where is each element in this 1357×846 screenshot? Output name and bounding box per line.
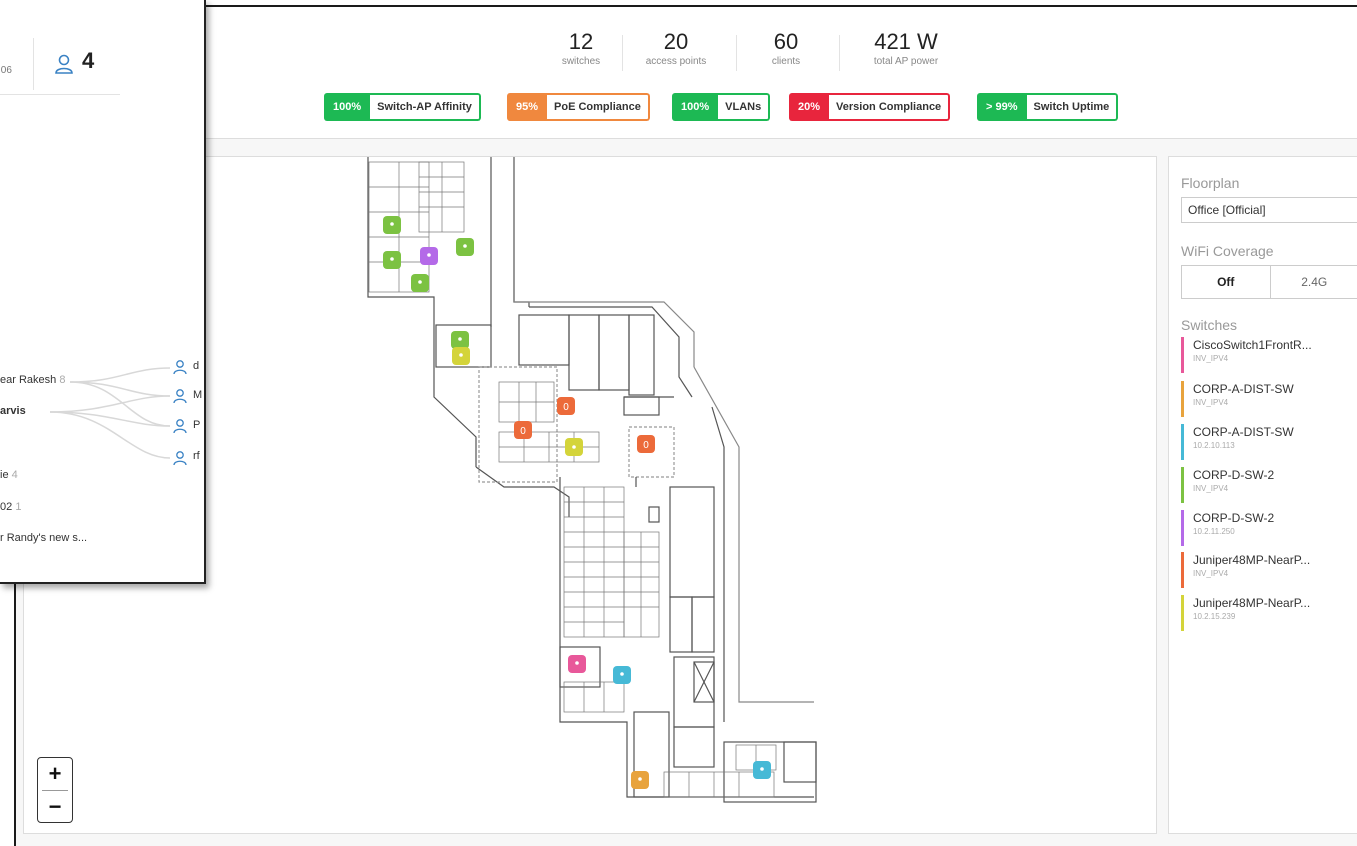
- zoom-in-button[interactable]: +: [38, 758, 72, 790]
- user-name[interactable]: rf: [193, 450, 200, 462]
- floorplan-title: Floorplan: [1181, 175, 1240, 191]
- users-icon: [55, 54, 73, 74]
- users-count: 4: [82, 48, 95, 73]
- badge-switch-uptime[interactable]: > 99% Switch Uptime: [977, 93, 1119, 121]
- stat-switches: 12 switches: [531, 29, 631, 69]
- badge-version-compliance[interactable]: 20% Version Compliance: [789, 93, 951, 121]
- badge-pct: 100%: [672, 93, 719, 121]
- item-text: ear Rakesh: [0, 374, 57, 386]
- popup-list-item[interactable]: ie 4: [0, 469, 18, 481]
- stat-divider: [622, 35, 623, 71]
- badge-label: PoE Compliance: [547, 93, 650, 121]
- stat-value: 12: [568, 29, 594, 54]
- user-name[interactable]: d: [193, 360, 199, 372]
- switch-name: Juniper48MP-NearP...: [1193, 596, 1311, 610]
- overlay-window: :06 4 ear Rakesh 8 arvis ie 4 02 1 r Ran…: [0, 0, 206, 584]
- compliance-badges: 100% Switch-AP Affinity 95% PoE Complian…: [16, 93, 1357, 121]
- badge-label: VLANs: [718, 93, 771, 121]
- stat-label: total AP power: [873, 56, 939, 67]
- stat-label: switches: [561, 56, 601, 67]
- switch-list-item[interactable]: CORP-D-SW-2 INV_IPV4: [1181, 467, 1356, 503]
- user-icon: [173, 360, 187, 375]
- wifi-24g-option[interactable]: 2.4G: [1271, 266, 1357, 298]
- stat-label: access points: [645, 56, 707, 67]
- switch-address: 10.2.10.113: [1193, 441, 1235, 450]
- ap-client-count: 0: [563, 402, 569, 413]
- popup-list-item[interactable]: 02 1: [0, 501, 21, 513]
- popup-divider: [33, 38, 34, 90]
- switch-address: INV_IPV4: [1193, 569, 1229, 578]
- badge-label: Switch-AP Affinity: [370, 93, 481, 121]
- item-text: r Randy's new s...: [0, 532, 88, 544]
- popup-separator: [0, 94, 120, 95]
- item-count: 4: [11, 469, 18, 481]
- switch-list-item[interactable]: CORP-A-DIST-SW 10.2.10.113: [1181, 424, 1356, 460]
- badge-pct: 100%: [324, 93, 371, 121]
- user-name[interactable]: M: [193, 389, 202, 401]
- stat-access-points: 20 access points: [624, 29, 728, 69]
- user-icon: [173, 451, 187, 466]
- stats-row: 12 switches 20 access points 60 clients …: [16, 29, 1357, 79]
- floorplan-select[interactable]: Office [Official]: [1181, 197, 1357, 223]
- stat-value: 20: [663, 29, 689, 54]
- badge-pct: 95%: [507, 93, 548, 121]
- wifi-off-option[interactable]: Off: [1182, 266, 1271, 298]
- switch-list-item[interactable]: Juniper48MP-NearP... INV_IPV4: [1181, 552, 1356, 588]
- stat-clients: 60 clients: [736, 29, 836, 69]
- switch-name: CORP-D-SW-2: [1193, 468, 1275, 482]
- stat-value: 421 W: [874, 29, 938, 54]
- switch-list-item[interactable]: CORP-D-SW-2 10.2.11.250: [1181, 510, 1356, 546]
- switch-name: CiscoSwitch1FrontR...: [1193, 338, 1312, 352]
- popup-list-item[interactable]: ear Rakesh 8: [0, 374, 65, 386]
- switch-address: 10.2.15.239: [1193, 612, 1236, 621]
- switch-address: INV_IPV4: [1193, 398, 1229, 407]
- ap-client-count: 0: [643, 440, 649, 451]
- badge-label: Version Compliance: [829, 93, 951, 121]
- ap-client-count: 0: [520, 426, 526, 437]
- badge-label: Switch Uptime: [1026, 93, 1119, 121]
- item-count: 1: [15, 501, 22, 513]
- item-text: arvis: [0, 405, 26, 417]
- switch-address: INV_IPV4: [1193, 354, 1229, 363]
- user-icon: [173, 419, 187, 434]
- connection-lines: [49, 367, 171, 459]
- stat-label: clients: [771, 56, 801, 67]
- item-count: 8: [59, 374, 66, 386]
- switch-name: CORP-A-DIST-SW: [1193, 425, 1294, 439]
- wifi-coverage-title: WiFi Coverage: [1181, 243, 1274, 259]
- switch-list-item[interactable]: CORP-A-DIST-SW INV_IPV4: [1181, 381, 1356, 417]
- switch-address: INV_IPV4: [1193, 484, 1229, 493]
- switch-name: CORP-D-SW-2: [1193, 511, 1275, 525]
- stat-value: 60: [773, 29, 799, 54]
- zoom-control: + −: [37, 757, 73, 823]
- stat-total-ap-power: 421 W total AP power: [851, 29, 961, 69]
- switch-list-item[interactable]: CiscoSwitch1FrontR... INV_IPV4: [1181, 337, 1356, 373]
- switch-name: CORP-A-DIST-SW: [1193, 382, 1294, 396]
- map-settings-panel: Floorplan Office [Official] WiFi Coverag…: [1168, 156, 1357, 834]
- badge-pct: 20%: [789, 93, 830, 121]
- badge-switch-ap-affinity[interactable]: 100% Switch-AP Affinity: [324, 93, 481, 121]
- popup-list-item[interactable]: r Randy's new s...: [0, 532, 87, 544]
- stats-header: 12 switches 20 access points 60 clients …: [16, 7, 1357, 139]
- stat-divider: [839, 35, 840, 71]
- wifi-coverage-toggle: Off 2.4G: [1181, 265, 1357, 299]
- popup-metric-value: :06: [0, 65, 12, 76]
- zoom-out-button[interactable]: −: [38, 791, 72, 823]
- switch-name: Juniper48MP-NearP...: [1193, 553, 1311, 567]
- user-name[interactable]: P: [193, 419, 200, 431]
- item-text: 02: [0, 501, 13, 513]
- switches-title: Switches: [1181, 317, 1238, 333]
- badge-pct: > 99%: [977, 93, 1027, 121]
- switch-address: 10.2.11.250: [1193, 527, 1235, 536]
- switch-list-item[interactable]: Juniper48MP-NearP... 10.2.15.239: [1181, 595, 1356, 631]
- badge-poe-compliance[interactable]: 95% PoE Compliance: [507, 93, 650, 121]
- badge-vlans[interactable]: 100% VLANs: [672, 93, 771, 121]
- popup-list-item[interactable]: arvis: [0, 405, 26, 417]
- item-text: ie: [0, 469, 9, 481]
- user-icon: [173, 389, 187, 404]
